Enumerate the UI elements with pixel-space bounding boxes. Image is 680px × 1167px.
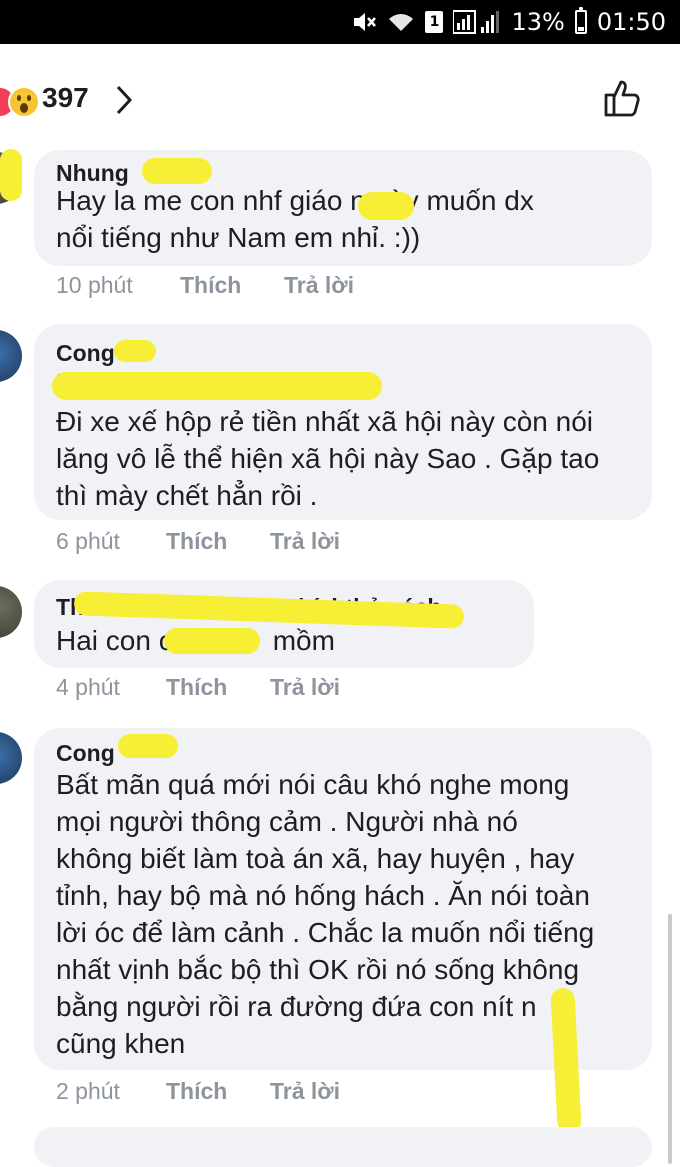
redaction-mark	[118, 734, 178, 758]
reaction-count: 397	[42, 82, 89, 113]
comment-actions: 6 phút Thích Trả lời	[56, 528, 340, 555]
battery-icon	[574, 7, 587, 34]
redaction-mark	[0, 149, 22, 201]
status-bar: 1 13% 01:50	[0, 0, 680, 44]
reply-button[interactable]: Trả lời	[270, 1078, 340, 1105]
reply-button[interactable]: Trả lời	[284, 272, 354, 299]
wifi-icon	[387, 11, 415, 33]
comments-sheet: 397 Nhung Hay la me con nhf giáo n này m…	[0, 44, 680, 1167]
comment-bubble[interactable]: ThThíchthửách Hai con cmồm	[34, 580, 534, 668]
comment-bubble[interactable]: Nhung Hay la me con nhf giáo n này muốn …	[34, 150, 652, 266]
avatar[interactable]	[0, 586, 22, 638]
chevron-right-icon[interactable]	[114, 84, 134, 121]
reply-button[interactable]: Trả lời	[270, 528, 340, 555]
comment-author[interactable]: Cong	[56, 340, 115, 367]
redaction-mark	[142, 158, 212, 184]
comment-time: 4 phút	[56, 674, 120, 700]
avatar[interactable]	[0, 330, 22, 382]
sim-icon: 1	[425, 11, 444, 33]
redaction-mark	[114, 340, 156, 362]
like-button[interactable]: Thích	[166, 528, 270, 555]
reaction-summary[interactable]: 397	[0, 44, 680, 154]
comment-actions: 4 phút Thích Trả lời	[56, 674, 340, 701]
comment-bubble[interactable]: Cong kính . Nó có ăn có học Đi xe xế hộp…	[34, 324, 652, 520]
comment-time: 2 phút	[56, 1078, 120, 1104]
next-comment-bubble[interactable]	[34, 1127, 652, 1167]
comment-text: Bất mãn quá mới nói câu khó nghe mong mọ…	[56, 769, 595, 1059]
redaction-mark	[358, 192, 414, 220]
like-button[interactable]: Thích	[166, 674, 270, 701]
comment-actions: 10 phút Thích Trả lời	[56, 272, 354, 299]
mute-icon	[351, 10, 377, 34]
comment-time: 10 phút	[56, 272, 133, 298]
reply-button[interactable]: Trả lời	[270, 674, 340, 701]
redaction-mark	[164, 628, 260, 654]
redaction-mark	[52, 372, 382, 400]
clock: 01:50	[596, 8, 666, 36]
avatar[interactable]	[0, 732, 22, 784]
scrollbar[interactable]	[668, 914, 672, 1164]
comment-time: 6 phút	[56, 528, 120, 554]
like-button[interactable]: Thích	[180, 272, 284, 299]
signal-icon	[453, 9, 501, 35]
like-button[interactable]: Thích	[166, 1078, 270, 1105]
status-icons: 1 13% 01:50	[351, 0, 666, 44]
comment-text: Hay la me con nhf giáo n này muốn dx nổi…	[56, 185, 534, 253]
comment-actions: 2 phút Thích Trả lời	[56, 1078, 340, 1105]
thumbs-up-icon[interactable]	[602, 78, 642, 123]
comment-author[interactable]: Cong	[56, 740, 115, 767]
wow-reaction-icon	[8, 86, 40, 118]
battery-percent: 13%	[511, 8, 565, 36]
